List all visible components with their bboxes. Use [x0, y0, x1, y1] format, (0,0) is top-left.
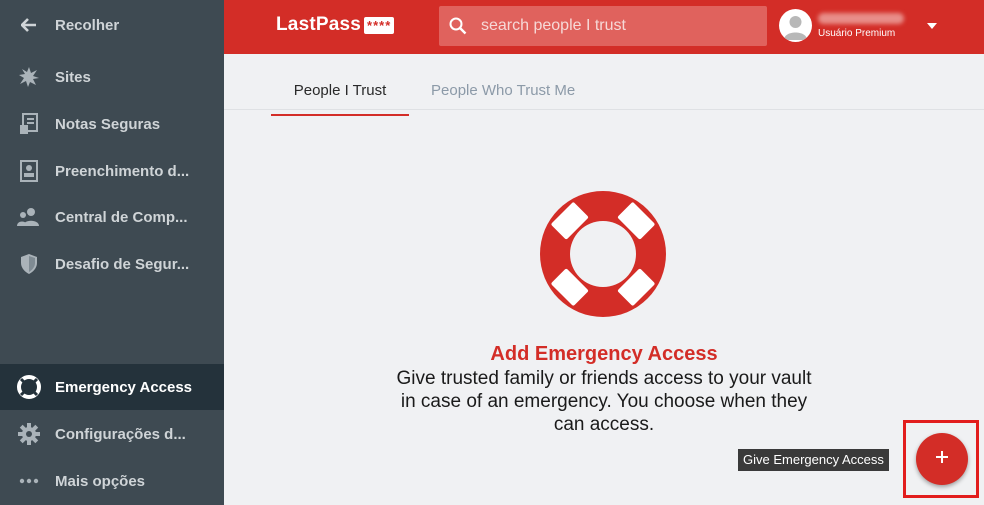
sidebar-item-sharing-center[interactable]: Central de Comp...: [0, 194, 224, 240]
sidebar-collapse-button[interactable]: Recolher: [0, 2, 224, 48]
search-input[interactable]: [481, 17, 751, 35]
sidebar-item-label: Central de Comp...: [55, 208, 188, 226]
search-icon: [439, 17, 477, 35]
sidebar-item-form-fill[interactable]: Preenchimento d...: [0, 148, 224, 194]
gear-icon: [0, 423, 55, 445]
sidebar-item-label: Desafio de Segur...: [55, 255, 190, 273]
tab-bar: People I Trust People Who Trust Me: [224, 54, 984, 116]
empty-state-title: Add Emergency Access: [490, 343, 718, 365]
sidebar-item-sites[interactable]: Sites: [0, 54, 224, 100]
lifebuoy-icon: [0, 375, 55, 399]
note-icon: [0, 113, 55, 135]
arrow-left-icon: [0, 18, 55, 32]
more-dots-icon: [0, 478, 55, 484]
lifebuoy-icon: [539, 190, 667, 323]
avatar: [779, 9, 812, 42]
fab-tooltip: Give Emergency Access: [738, 449, 889, 471]
user-menu[interactable]: Usuário Premium: [779, 8, 979, 46]
top-bar: LastPass **** Usuário Premium: [224, 0, 984, 54]
sidebar-item-label: Mais opções: [55, 472, 146, 490]
search-box[interactable]: [439, 6, 767, 46]
username-redacted: [818, 13, 904, 24]
puzzle-icon: [0, 66, 55, 88]
sidebar-item-emergency-access[interactable]: Emergency Access: [0, 364, 224, 410]
logo-text: LastPass: [276, 14, 362, 35]
empty-state-description: Give trusted family or friends access to…: [396, 368, 812, 435]
sidebar-item-secure-notes[interactable]: Notas Seguras: [0, 101, 224, 147]
logo-stars: ****: [364, 16, 395, 34]
sidebar-item-label: Emergency Access: [55, 378, 193, 396]
sharing-center-icon: [0, 207, 55, 227]
chevron-down-icon[interactable]: [927, 23, 937, 29]
plus-icon: [935, 450, 949, 469]
lastpass-logo[interactable]: LastPass ****: [276, 14, 395, 36]
shield-icon: [0, 253, 55, 275]
add-emergency-access-button[interactable]: [916, 433, 968, 485]
sidebar-item-label: Sites: [55, 68, 91, 86]
sidebar: Recolher Sites Notas Seguras Preenchimen…: [0, 0, 224, 505]
sidebar-item-label: Preenchimento d...: [55, 162, 190, 180]
form-fill-icon: [0, 160, 55, 182]
tab-people-who-trust-me[interactable]: People Who Trust Me: [431, 82, 575, 99]
tab-people-i-trust[interactable]: People I Trust: [271, 82, 409, 116]
sidebar-item-more-options[interactable]: Mais opções: [0, 458, 224, 504]
sidebar-item-settings[interactable]: Configurações d...: [0, 411, 224, 457]
sidebar-item-security-challenge[interactable]: Desafio de Segur...: [0, 241, 224, 287]
sidebar-collapse-label: Recolher: [55, 16, 120, 34]
sidebar-item-label: Notas Seguras: [55, 115, 161, 133]
user-tier: Usuário Premium: [818, 28, 896, 39]
sidebar-item-label: Configurações d...: [55, 425, 186, 443]
